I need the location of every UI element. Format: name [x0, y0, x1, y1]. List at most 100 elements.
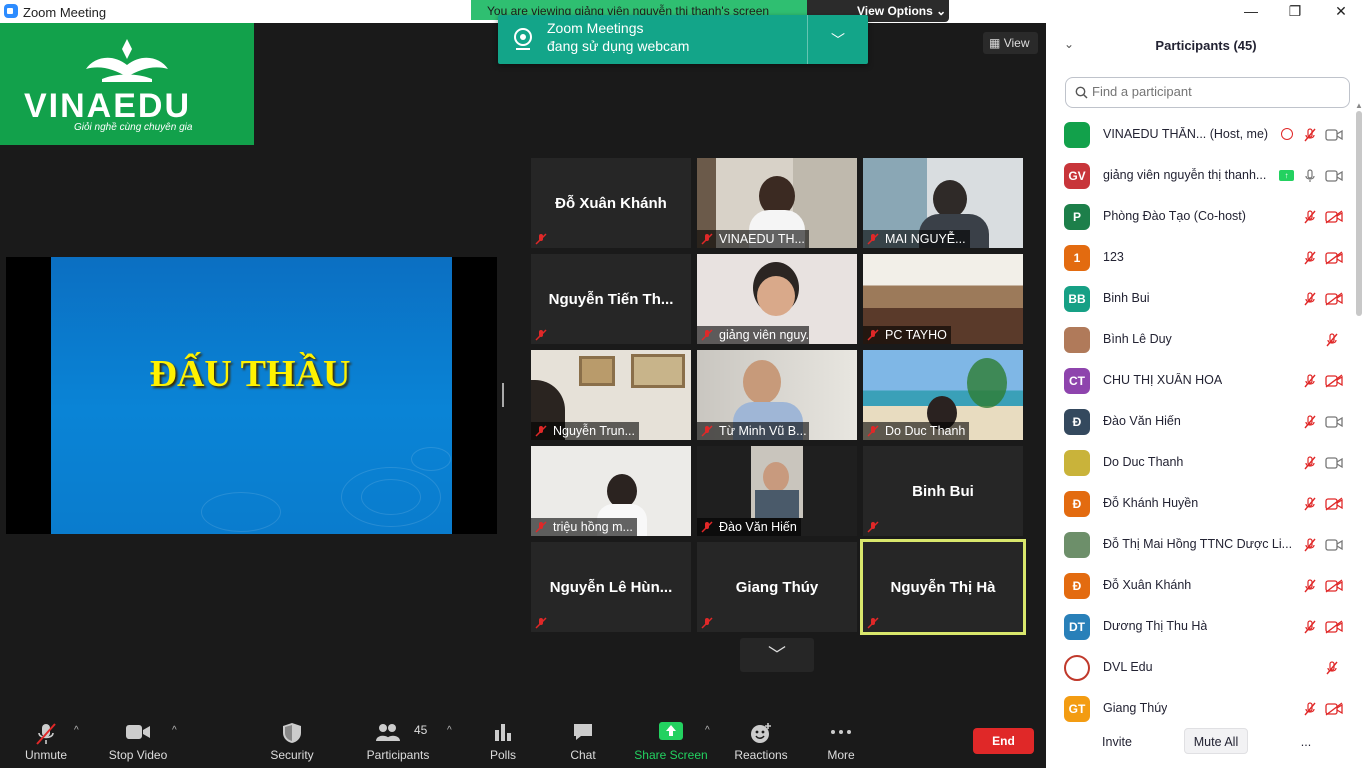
- video-off-icon[interactable]: [1325, 620, 1343, 639]
- video-off-icon[interactable]: [1325, 292, 1343, 311]
- logo-emblem-icon: [86, 39, 168, 82]
- polls-button[interactable]: Polls: [476, 713, 530, 768]
- video-tile[interactable]: giảng viên nguy...: [697, 254, 857, 344]
- mic-muted-icon[interactable]: [1303, 497, 1317, 516]
- video-camera-icon[interactable]: [1325, 415, 1343, 433]
- video-tile[interactable]: VINAEDU TH...: [697, 158, 857, 248]
- mic-muted-icon[interactable]: [1303, 128, 1317, 147]
- shield-icon: [283, 723, 301, 743]
- participant-row[interactable]: VINAEDU THĂN... (Host, me): [1046, 115, 1356, 156]
- maximize-icon[interactable]: ❐: [1280, 2, 1310, 20]
- video-tile[interactable]: triệu hồng m...: [531, 446, 691, 536]
- tile-name: giảng viên nguy...: [697, 326, 809, 344]
- video-camera-icon[interactable]: [1325, 169, 1343, 187]
- mic-muted-icon[interactable]: [1325, 661, 1339, 680]
- participant-row[interactable]: Đ Đỗ Khánh Huyền: [1046, 484, 1356, 525]
- video-tile[interactable]: Nguyễn Lê Hùn...: [531, 542, 691, 632]
- participant-row[interactable]: Do Duc Thanh: [1046, 443, 1356, 484]
- security-button[interactable]: Security: [262, 713, 322, 768]
- video-tile[interactable]: Đỗ Xuân Khánh: [531, 158, 691, 248]
- video-tile[interactable]: Nguyễn Tiến Th...: [531, 254, 691, 344]
- video-tile[interactable]: MAI NGUYỄ...: [863, 158, 1023, 248]
- video-off-icon[interactable]: [1325, 497, 1343, 516]
- video-off-icon[interactable]: [1325, 210, 1343, 229]
- video-camera-icon[interactable]: [1325, 538, 1343, 556]
- participants-options-caret-icon[interactable]: ^: [447, 725, 452, 736]
- video-camera-icon[interactable]: [1325, 456, 1343, 474]
- mic-muted-icon[interactable]: [1303, 702, 1317, 721]
- participant-row[interactable]: Bình Lê Duy: [1046, 320, 1356, 361]
- participant-row[interactable]: DVL Edu: [1046, 648, 1356, 689]
- mic-muted-icon[interactable]: [1303, 210, 1317, 229]
- mic-muted-icon[interactable]: [1303, 251, 1317, 270]
- participant-name: 123: [1103, 250, 1124, 264]
- video-tile[interactable]: PC TAYHO: [863, 254, 1023, 344]
- reactions-button[interactable]: Reactions: [730, 713, 792, 768]
- participant-row[interactable]: CT CHU THỊ XUÂN HOA: [1046, 361, 1356, 402]
- participant-row[interactable]: Đ Đào Văn Hiến: [1046, 402, 1356, 443]
- mic-muted-icon[interactable]: [1303, 374, 1317, 393]
- participant-row[interactable]: BB Binh Bui: [1046, 279, 1356, 320]
- video-off-icon[interactable]: [1325, 251, 1343, 270]
- webcam-notification[interactable]: Zoom Meetings đang sử dụng webcam ﹀: [498, 15, 868, 64]
- splitter-handle[interactable]: [502, 383, 504, 407]
- video-options-caret-icon[interactable]: ^: [172, 725, 177, 736]
- participant-row[interactable]: GV giảng viên nguyễn thị thanh... ↑: [1046, 156, 1356, 197]
- participant-row[interactable]: Đỗ Thị Mai Hồng TTNC Dược Li...: [1046, 525, 1356, 566]
- stop-video-button[interactable]: Stop Video: [104, 713, 172, 768]
- unmute-button[interactable]: Unmute: [16, 713, 76, 768]
- video-tile[interactable]: Do Duc Thanh: [863, 350, 1023, 440]
- participant-row[interactable]: DT Dương Thị Thu Hà: [1046, 607, 1356, 648]
- avatar: 1: [1064, 245, 1090, 271]
- mic-icon[interactable]: [1303, 169, 1317, 188]
- next-page-chevron-icon[interactable]: ﹀: [740, 638, 814, 672]
- scrollbar[interactable]: [1356, 111, 1362, 316]
- mic-muted-icon[interactable]: [1303, 415, 1317, 434]
- invite-button[interactable]: Invite: [1091, 728, 1143, 754]
- mic-muted-icon[interactable]: [1303, 620, 1317, 639]
- video-tile[interactable]: Từ Minh Vũ B...: [697, 350, 857, 440]
- view-button[interactable]: ▦ View: [983, 32, 1038, 54]
- panel-header: ⌄ Participants (45): [1046, 23, 1366, 69]
- video-tile[interactable]: Nguyễn Trun...: [531, 350, 691, 440]
- mic-muted-icon[interactable]: [1303, 579, 1317, 598]
- mic-muted-icon[interactable]: [1303, 292, 1317, 311]
- video-tile[interactable]: Giang Thúy: [697, 542, 857, 632]
- video-tile[interactable]: Đào Văn Hiến: [697, 446, 857, 536]
- more-button[interactable]: More: [818, 713, 864, 768]
- video-off-icon[interactable]: [1325, 702, 1343, 721]
- end-meeting-button[interactable]: End: [973, 728, 1034, 754]
- mic-muted-icon: [701, 329, 713, 341]
- scroll-up-icon[interactable]: ▲: [1355, 101, 1363, 110]
- mic-muted-icon: [535, 233, 547, 245]
- more-options-button[interactable]: ...: [1294, 728, 1318, 754]
- video-camera-icon[interactable]: [1325, 128, 1343, 146]
- video-off-icon[interactable]: [1325, 579, 1343, 598]
- participant-row[interactable]: 1 123: [1046, 238, 1356, 279]
- mic-muted-icon: [867, 233, 879, 245]
- mic-muted-icon[interactable]: [1325, 333, 1339, 352]
- participant-row[interactable]: GT Giang Thúy: [1046, 689, 1356, 730]
- participants-button[interactable]: 45 Participants: [362, 713, 434, 768]
- share-screen-button[interactable]: Share Screen: [634, 713, 708, 768]
- shared-screen: ĐẤU THẦU: [6, 257, 497, 534]
- participant-row[interactable]: P Phòng Đào Tạo (Co-host): [1046, 197, 1356, 238]
- mute-all-button[interactable]: Mute All: [1184, 728, 1248, 754]
- video-off-icon[interactable]: [1325, 374, 1343, 393]
- mic-muted-icon[interactable]: [1303, 456, 1317, 475]
- participants-count: 45: [414, 723, 428, 737]
- share-options-caret-icon[interactable]: ^: [705, 725, 710, 736]
- chevron-down-icon[interactable]: ﹀: [831, 30, 845, 50]
- avatar: CT: [1064, 368, 1090, 394]
- minimize-icon[interactable]: —: [1236, 2, 1266, 20]
- participant-search[interactable]: [1065, 77, 1350, 108]
- close-icon[interactable]: ✕: [1326, 2, 1356, 20]
- audio-options-caret-icon[interactable]: ^: [74, 725, 79, 736]
- chat-button[interactable]: Chat: [556, 713, 610, 768]
- active-speaker-tile[interactable]: Nguyễn Thị Hà: [860, 539, 1026, 635]
- mic-muted-icon[interactable]: [1303, 538, 1317, 557]
- search-input[interactable]: [1092, 84, 1342, 99]
- tile-name: Giang Thúy: [735, 578, 819, 596]
- participant-row[interactable]: Đ Đỗ Xuân Khánh: [1046, 566, 1356, 607]
- video-tile[interactable]: Binh Bui: [863, 446, 1023, 536]
